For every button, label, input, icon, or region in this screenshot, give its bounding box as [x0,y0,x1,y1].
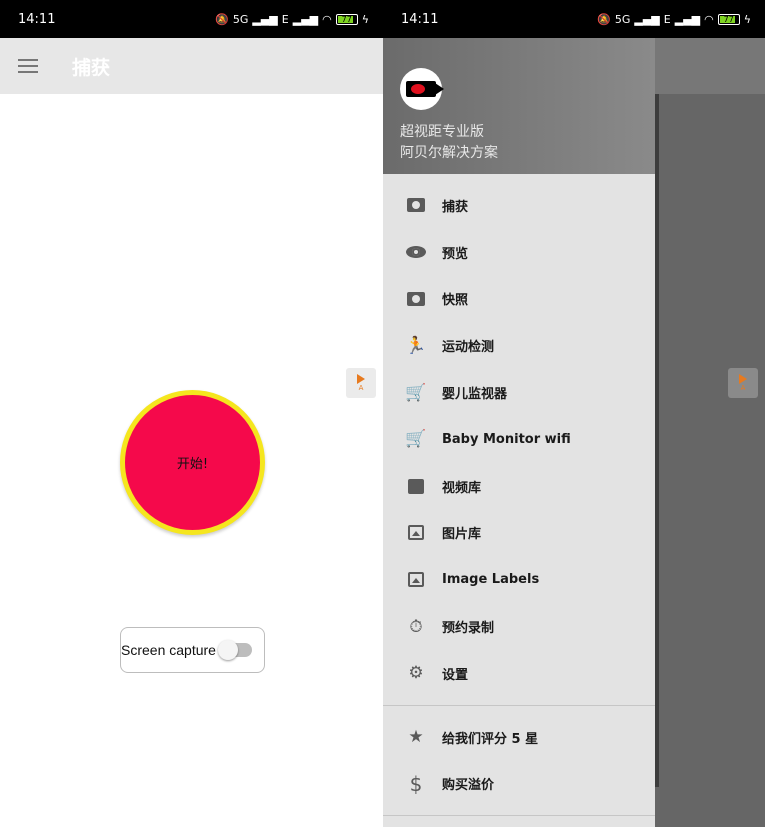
menu-icon[interactable] [18,59,38,73]
timer-icon: ⏱ [409,616,423,637]
start-button-label: 开始! [176,457,209,472]
start-button[interactable]: 开始! [120,390,265,535]
charging-icon: ϟ [361,12,369,26]
stroller-icon: 🛒 [405,429,427,450]
drawer-item-motion-detection[interactable]: 🏃 运动检测 [383,322,655,369]
image-icon [406,523,426,543]
drawer-scrollbar[interactable] [655,94,659,787]
page-title: 捕获 [72,56,111,79]
navigation-drawer: 超视距专业版 阿贝尔解决方案 捕获 预览 快照 🏃 运动检测 🛒 婴儿监视器 🛒… [383,38,655,827]
screen-capture-label: Screen capture [121,642,216,658]
status-time: 14:11 [18,11,56,27]
drawer-item-baby-monitor-wifi[interactable]: 🛒 Baby Monitor wifi [383,416,655,463]
screen-capture-control: Screen capture [120,627,265,673]
wifi-icon: ◠ [322,12,332,26]
floating-tab-letter: A [740,384,746,392]
drawer-item-capture[interactable]: 捕获 [383,182,655,229]
star-icon: ★ [408,727,424,748]
signal-icon: ▂▄▆ [252,12,278,26]
floating-tab[interactable]: A [346,368,376,398]
snapshot-icon [406,289,426,309]
video-library-icon [406,476,426,496]
drawer-item-label: 图片库 [442,527,482,543]
screen-capture-toggle[interactable] [217,640,252,660]
status-icons: 🔕 5G ▂▄▆ E ▂▄▆ ◠ 77 ϟ [597,13,751,26]
drawer-item-label: 预约录制 [442,621,495,637]
drawer-item-settings[interactable]: ⚙ 设置 [383,650,655,697]
drawer-item-label: 设置 [442,667,469,683]
signal-icon: ▂▄▆ [634,12,660,26]
drawer-screen: 14:11 🔕 5G ▂▄▆ E ▂▄▆ ◠ 77 ϟ A 超视距专业版 阿贝尔… [383,0,765,827]
app-name: 超视距专业版 [400,124,484,140]
drawer-item-preview[interactable]: 预览 [383,229,655,276]
camera-icon [406,195,426,215]
network-type: 5G [232,12,249,26]
network-type-2: E [663,12,671,26]
signal-icon-2: ▂▄▆ [674,12,701,26]
video-camera-icon [406,81,444,97]
app-bar: 捕获 [0,38,383,94]
drawer-item-buy-premium[interactable]: $ 购买溢价 [383,761,655,808]
image-icon [406,570,426,590]
floating-tab-letter: A [358,384,364,392]
stroller-icon: 🛒 [405,382,427,403]
network-type-2: E [281,12,289,26]
drawer-menu: 捕获 预览 快照 🏃 运动检测 🛒 婴儿监视器 🛒 Baby Monitor w… [383,182,655,824]
wifi-icon: ◠ [704,12,714,26]
app-logo [400,68,444,110]
battery-icon: 77 [335,13,358,25]
drawer-item-label: 婴儿监视器 [442,387,508,403]
running-icon: 🏃 [405,335,427,356]
drawer-item-label: 预览 [442,246,469,262]
drawer-item-snapshot[interactable]: 快照 [383,276,655,323]
drawer-item-label: 购买溢价 [442,778,495,794]
drawer-item-rate-us[interactable]: ★ 给我们评分 5 星 [383,714,655,761]
gear-icon: ⚙ [408,663,424,684]
status-icons: 🔕 5G ▂▄▆ E ▂▄▆ ◠ 77 ϟ [215,13,369,26]
drawer-item-image-labels[interactable]: Image Labels [383,556,655,603]
mute-icon: 🔕 [597,12,611,26]
status-bar: 14:11 🔕 5G ▂▄▆ E ▂▄▆ ◠ 77 ϟ [383,0,765,38]
drawer-item-label: Baby Monitor wifi [442,431,571,447]
drawer-item-label: 捕获 [442,199,469,215]
mute-icon: 🔕 [215,12,229,26]
play-icon [739,374,747,384]
drawer-item-label: 给我们评分 5 星 [442,731,539,747]
battery-icon: 77 [717,13,740,25]
drawer-item-image-library[interactable]: 图片库 [383,510,655,557]
drawer-divider [383,704,655,706]
drawer-header: 超视距专业版 阿贝尔解决方案 [383,38,655,174]
dollar-icon: $ [409,771,423,796]
drawer-item-label: Image Labels [442,572,540,588]
drawer-item-baby-monitor[interactable]: 🛒 婴儿监视器 [383,369,655,416]
network-type: 5G [614,12,631,26]
capture-screen: 14:11 🔕 5G ▂▄▆ E ▂▄▆ ◠ 77 ϟ 捕获 开始! Scree… [0,0,383,827]
play-icon [357,374,365,384]
signal-icon-2: ▂▄▆ [292,12,319,26]
app-vendor: 阿贝尔解决方案 [400,145,498,161]
drawer-item-label: 快照 [442,293,469,309]
drawer-item-video-library[interactable]: 视频库 [383,463,655,510]
drawer-item-label: 运动检测 [442,340,495,356]
floating-tab[interactable]: A [728,368,758,398]
status-time: 14:11 [401,11,439,27]
drawer-divider [383,815,655,817]
status-bar: 14:11 🔕 5G ▂▄▆ E ▂▄▆ ◠ 77 ϟ [0,0,383,38]
charging-icon: ϟ [743,12,751,26]
eye-icon [406,242,426,262]
drawer-item-label: 视频库 [442,480,482,496]
drawer-item-scheduled-recording[interactable]: ⏱ 预约录制 [383,603,655,650]
